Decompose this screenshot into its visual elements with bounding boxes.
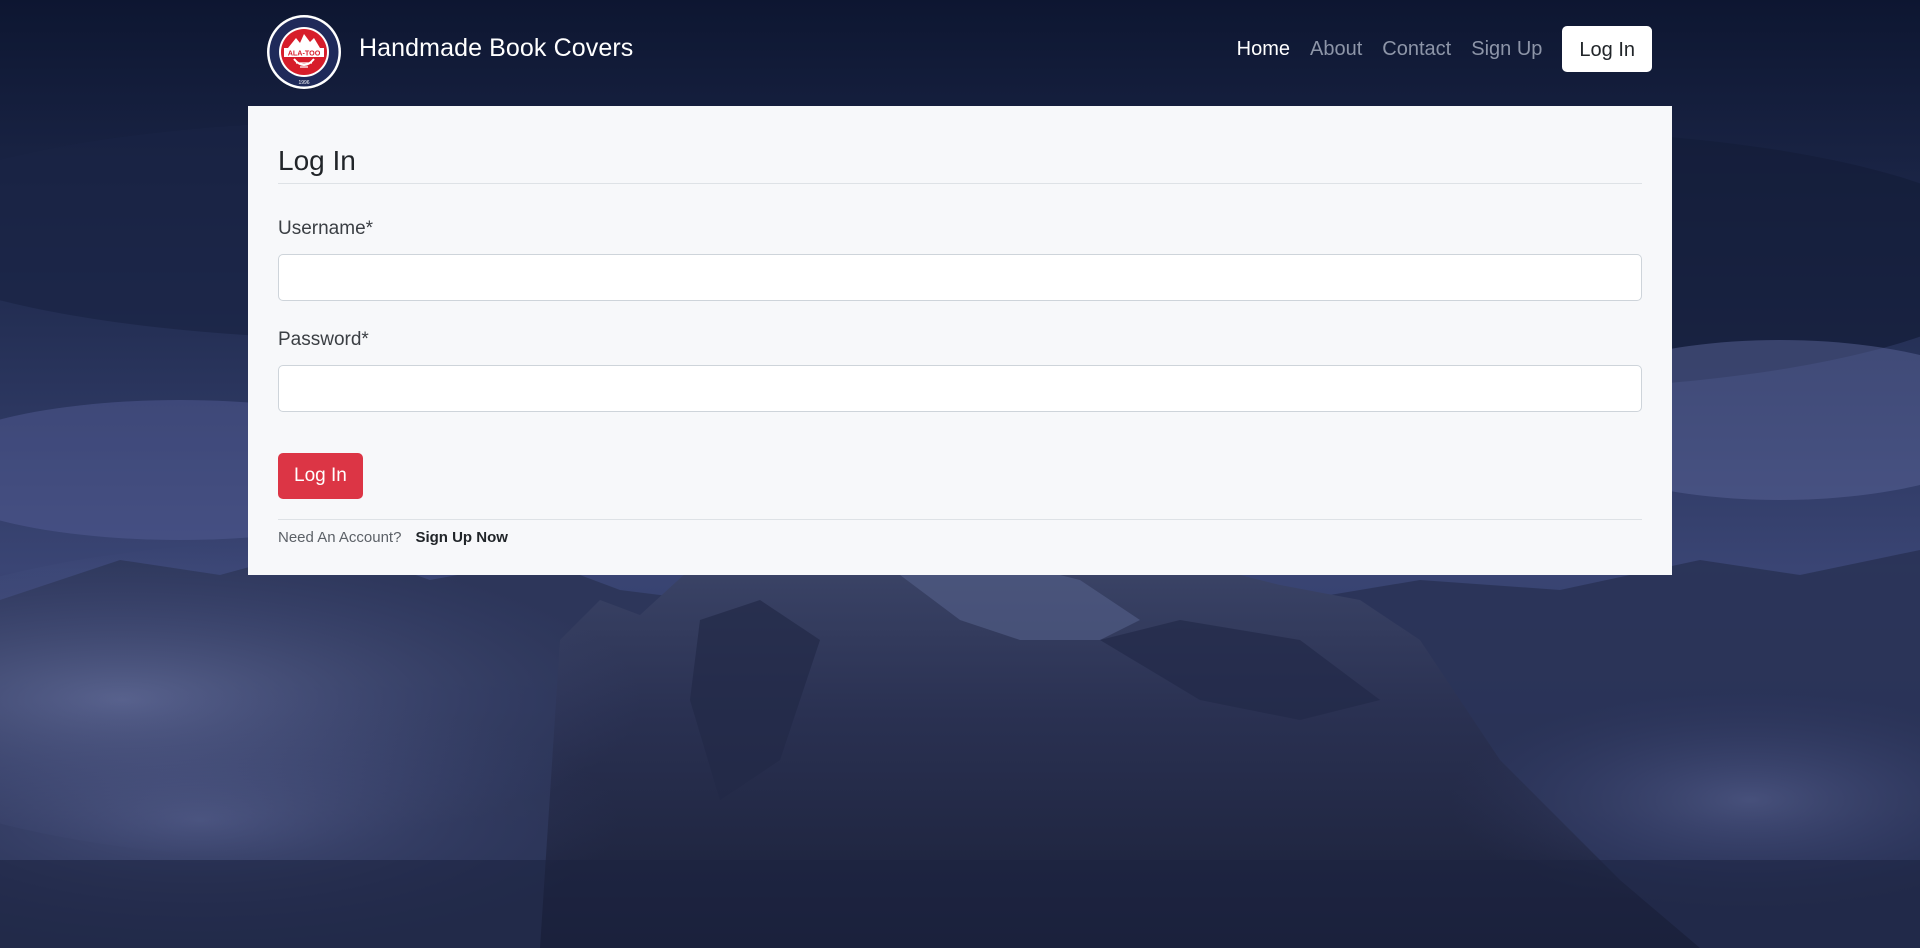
logo-text: ALA-TOO <box>288 49 321 58</box>
main-nav: Home About Contact Sign Up Log In <box>1217 26 1652 72</box>
login-card: Log In Username* Password* Log In Need A… <box>248 106 1672 575</box>
username-input[interactable] <box>278 254 1642 301</box>
password-input[interactable] <box>278 365 1642 412</box>
page-title: Log In <box>278 106 1642 184</box>
nav-item-about[interactable]: About <box>1310 38 1362 61</box>
logo-year: 1996 <box>298 80 309 86</box>
login-form: Username* Password* Log In <box>278 217 1642 499</box>
login-submit-button[interactable]: Log In <box>278 453 363 499</box>
sign-up-now-link[interactable]: Sign Up Now <box>415 529 508 546</box>
nav-item-home[interactable]: Home <box>1237 38 1290 61</box>
card-footer: Need An Account? Sign Up Now <box>278 519 1642 546</box>
brand-name: Handmade Book Covers <box>359 33 634 62</box>
username-label: Username* <box>278 218 374 239</box>
nav-item-contact[interactable]: Contact <box>1382 38 1451 61</box>
university-seal-icon: ALA-TOO 1996 <box>267 15 341 89</box>
brand-home-link[interactable]: ALA-TOO 1996 Handmade Book Covers <box>266 14 633 90</box>
nav-item-sign-up[interactable]: Sign Up <box>1471 38 1542 61</box>
need-account-text: Need An Account? <box>278 529 402 546</box>
password-label: Password* <box>278 329 369 350</box>
top-navbar: ALA-TOO 1996 Handmade Book Covers Home A… <box>248 0 1672 106</box>
nav-login-button[interactable]: Log In <box>1562 26 1652 72</box>
